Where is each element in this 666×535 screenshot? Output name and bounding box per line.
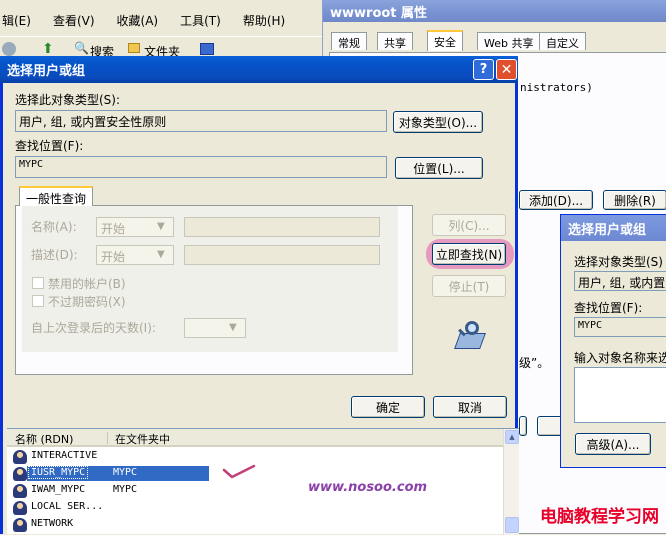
menu-edit[interactable]: 辑(E) <box>2 12 31 32</box>
name-mode-select[interactable]: 开始 ▼ <box>96 217 174 237</box>
select-users-dialog-secondary: 选择用户或组 选择对象类型(S) 用户, 组, 或内置安 查找位置(F): MY… <box>560 214 666 468</box>
description-mode-select[interactable]: 开始 ▼ <box>96 245 174 265</box>
chevron-down-icon: ▼ <box>157 221 165 232</box>
close-button[interactable]: ✕ <box>496 59 517 80</box>
secondary-names-textarea[interactable] <box>574 367 666 423</box>
name-mode-value: 开始 <box>101 222 126 236</box>
tab-sharing[interactable]: 共享 <box>377 32 413 50</box>
results-scrollbar[interactable]: ▲ <box>503 429 519 535</box>
secondary-object-type-field: 用户, 组, 或内置安 <box>574 271 666 291</box>
menu-tools[interactable]: 工具(T) <box>180 12 221 32</box>
scroll-up-icon[interactable]: ▲ <box>505 430 519 444</box>
column-header-name[interactable]: 名称 (RDN) <box>15 431 107 447</box>
explorer-menubar: 辑(E) 查看(V) 收藏(A) 工具(T) 帮助(H) <box>0 12 325 32</box>
explorer-window: 辑(E) 查看(V) 收藏(A) 工具(T) 帮助(H) ⬆ 🔍 搜索 文件夹 <box>0 0 325 60</box>
column-header-folder[interactable]: 在文件夹中 <box>115 431 170 447</box>
column-divider <box>107 432 108 444</box>
user-icon <box>13 501 27 515</box>
properties-title: wwwroot 属性 <box>330 5 428 21</box>
disabled-accounts-label: 禁用的帐户(B) <box>48 277 126 291</box>
secondary-dialog-title: 选择用户或组 <box>568 222 647 238</box>
row-folder: MYPC <box>113 484 138 495</box>
views-icon[interactable] <box>200 43 214 55</box>
properties-ok-button-partial[interactable] <box>519 416 527 436</box>
advanced-note-partial-text: 级”。 <box>519 356 550 370</box>
menu-favorites[interactable]: 收藏(A) <box>117 12 159 32</box>
row-name: NETWORK <box>31 518 74 529</box>
add-button[interactable]: 添加(D)... <box>519 190 593 210</box>
user-icon <box>13 518 27 532</box>
user-icon <box>13 467 27 481</box>
help-button[interactable]: ? <box>473 59 494 80</box>
folders-icon[interactable] <box>128 43 140 53</box>
search-animation-icon <box>453 321 489 353</box>
table-row[interactable]: NETWORK <box>9 517 499 533</box>
object-type-field: 用户, 组, 或内置安全性原则 <box>15 110 387 132</box>
close-icon: ✕ <box>500 61 513 78</box>
object-types-button[interactable]: 对象类型(O)... <box>393 111 483 133</box>
ok-button[interactable]: 确定 <box>351 396 425 418</box>
row-name: IWAM_MYPC <box>31 484 86 495</box>
name-input[interactable] <box>184 217 380 237</box>
checkmark-annotation <box>222 464 256 479</box>
object-type-label: 选择此对象类型(S): <box>15 93 121 107</box>
description-input[interactable] <box>184 245 380 265</box>
tab-security[interactable]: 安全 <box>427 30 463 51</box>
secondary-advanced-button[interactable]: 高级(A)... <box>575 433 651 455</box>
url-watermark: www.nosoo.com <box>308 480 428 495</box>
disabled-accounts-checkbox[interactable] <box>32 277 44 289</box>
dialog-title: 选择用户或组 <box>7 64 86 79</box>
tab-common-queries[interactable]: 一般性查询 <box>19 186 94 206</box>
menu-help[interactable]: 帮助(H) <box>243 12 285 32</box>
group-list-partial-text: nistrators) <box>520 81 593 94</box>
stop-button[interactable]: 停止(T) <box>432 275 506 297</box>
remove-button[interactable]: 删除(R) <box>603 190 666 210</box>
location-label: 查找位置(F): <box>15 139 84 153</box>
row-name: INTERACTIVE <box>31 450 98 461</box>
up-folder-icon[interactable]: ⬆ <box>42 41 54 57</box>
tab-custom[interactable]: 自定义 <box>539 32 586 50</box>
row-folder: MYPC <box>113 467 138 478</box>
back-icon[interactable] <box>2 42 16 56</box>
tab-general[interactable]: 常规 <box>331 32 367 50</box>
properties-tab-row: 常规 共享 安全 Web 共享 自定义 <box>331 30 661 52</box>
non-expiring-label: 不过期密码(X) <box>48 295 126 309</box>
scroll-thumb[interactable] <box>505 517 519 533</box>
user-icon <box>13 484 27 498</box>
row-name: IUSR_MYPC <box>27 466 89 479</box>
days-since-logon-select[interactable]: ▼ <box>184 318 246 338</box>
row-name: LOCAL SER... <box>31 501 104 512</box>
secondary-object-type-label: 选择对象类型(S) <box>574 255 663 269</box>
properties-titlebar: wwwroot 属性 <box>323 0 666 22</box>
user-icon <box>13 450 27 464</box>
chevron-down-icon: ▼ <box>229 322 237 333</box>
location-field: MYPC <box>15 156 387 178</box>
search-icon[interactable]: 🔍 <box>74 41 89 55</box>
description-label: 描述(D): <box>31 248 78 262</box>
results-list: 名称 (RDN) 在文件夹中 INTERACTIVE IUSR_MYPC MYPC I… <box>7 428 519 535</box>
secondary-location-field: MYPC <box>574 317 666 337</box>
description-mode-value: 开始 <box>101 250 126 264</box>
locations-button[interactable]: 位置(L)... <box>395 157 483 179</box>
columns-button[interactable]: 列(C)... <box>432 214 506 236</box>
secondary-location-label: 查找位置(F): <box>574 301 643 315</box>
secondary-dialog-titlebar: 选择用户或组 <box>561 215 666 241</box>
results-header: 名称 (RDN) 在文件夹中 <box>7 429 503 447</box>
dialog-titlebar: 选择用户或组 <box>0 56 518 83</box>
table-row[interactable]: LOCAL SER... <box>9 500 499 516</box>
name-label: 名称(A): <box>31 220 77 234</box>
non-expiring-checkbox[interactable] <box>32 295 44 307</box>
cancel-button[interactable]: 取消 <box>433 396 507 418</box>
query-panel: 名称(A): 开始 ▼ 描述(D): 开始 ▼ 禁用的帐户(B) 不过期密码(X… <box>15 205 413 375</box>
tab-web-sharing[interactable]: Web 共享 <box>477 32 541 50</box>
site-watermark: 电脑教程学习网 <box>540 507 659 527</box>
find-now-button[interactable]: 立即查找(N) <box>432 243 506 265</box>
days-since-logon-label: 自上次登录后的天数(I): <box>31 321 156 335</box>
secondary-enter-names-label: 输入对象名称来选 <box>574 351 666 365</box>
menu-view[interactable]: 查看(V) <box>53 12 95 32</box>
chevron-down-icon: ▼ <box>157 249 165 260</box>
